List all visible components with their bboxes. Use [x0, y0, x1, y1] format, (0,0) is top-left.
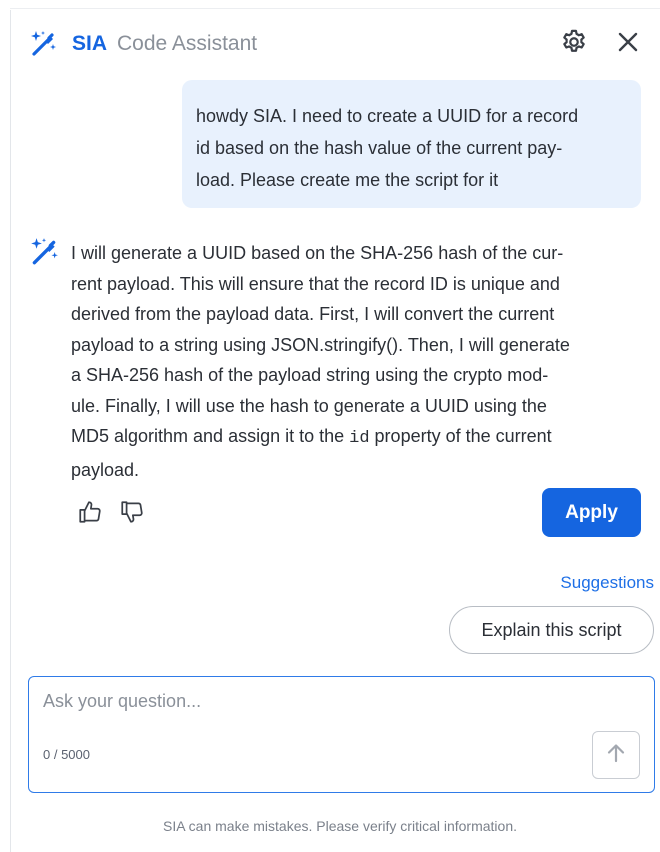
assistant-line: derived from the payload data. First, I …: [71, 304, 555, 324]
character-counter: 0 / 5000: [43, 747, 90, 762]
sparkle-wand-icon: [28, 236, 60, 268]
assistant-message-text: I will generate a UUID based on the SHA-…: [71, 238, 647, 485]
assistant-header: SIA Code Assistant: [28, 26, 648, 62]
user-message-bubble: howdy SIA. I need to create a UUID for a…: [182, 80, 641, 208]
thumbs-up-icon: [77, 499, 103, 530]
sparkle-wand-icon: [28, 29, 58, 59]
gear-icon: [560, 28, 588, 61]
suggestion-chip-explain-script[interactable]: Explain this script: [449, 606, 654, 654]
thumbs-down-icon: [119, 499, 145, 530]
suggestions-label: Suggestions: [560, 573, 654, 592]
settings-button[interactable]: [558, 28, 590, 60]
thumbs-up-button[interactable]: [76, 500, 104, 528]
user-message-line: id based on the hash value of the curren…: [196, 138, 563, 158]
assistant-line-part: property of the current: [369, 426, 552, 446]
assistant-line: MD5 algorithm and assign it to the id pr…: [71, 421, 647, 455]
assistant-line: I will generate a UUID based on the SHA-…: [71, 243, 564, 263]
question-input-box: 0 / 5000: [28, 676, 655, 793]
inline-code: id: [349, 429, 370, 448]
header-subtitle: Code Assistant: [117, 32, 258, 55]
user-message-line: howdy SIA. I need to create a UUID for a…: [196, 106, 579, 126]
assistant-line-part: MD5 algorithm and assign it to the: [71, 426, 350, 446]
assistant-line: payload to a string using JSON.stringify…: [71, 334, 570, 355]
assistant-line: payload.: [71, 459, 140, 480]
header-actions: [558, 28, 644, 60]
panel-border: [10, 10, 11, 852]
assistant-line: a SHA-256 hash of the payload string usi…: [71, 365, 549, 385]
send-button[interactable]: [592, 731, 640, 779]
close-icon: [616, 30, 640, 59]
user-message-line: load. Please create me the script for it: [196, 170, 499, 190]
question-input[interactable]: [43, 691, 603, 727]
close-button[interactable]: [612, 28, 644, 60]
brand-name: SIA: [72, 32, 108, 55]
disclaimer-text: SIA can make mistakes. Please verify cri…: [162, 818, 518, 834]
assistant-line: rent payload. This will ensure that the …: [71, 273, 560, 294]
assistant-line: ule. Finally, I will use the hash to gen…: [71, 395, 547, 416]
feedback-controls: [76, 500, 146, 528]
thumbs-down-button[interactable]: [118, 500, 146, 528]
arrow-up-icon: [604, 741, 628, 770]
apply-button[interactable]: Apply: [542, 488, 641, 537]
panel-top-border: [10, 8, 660, 9]
